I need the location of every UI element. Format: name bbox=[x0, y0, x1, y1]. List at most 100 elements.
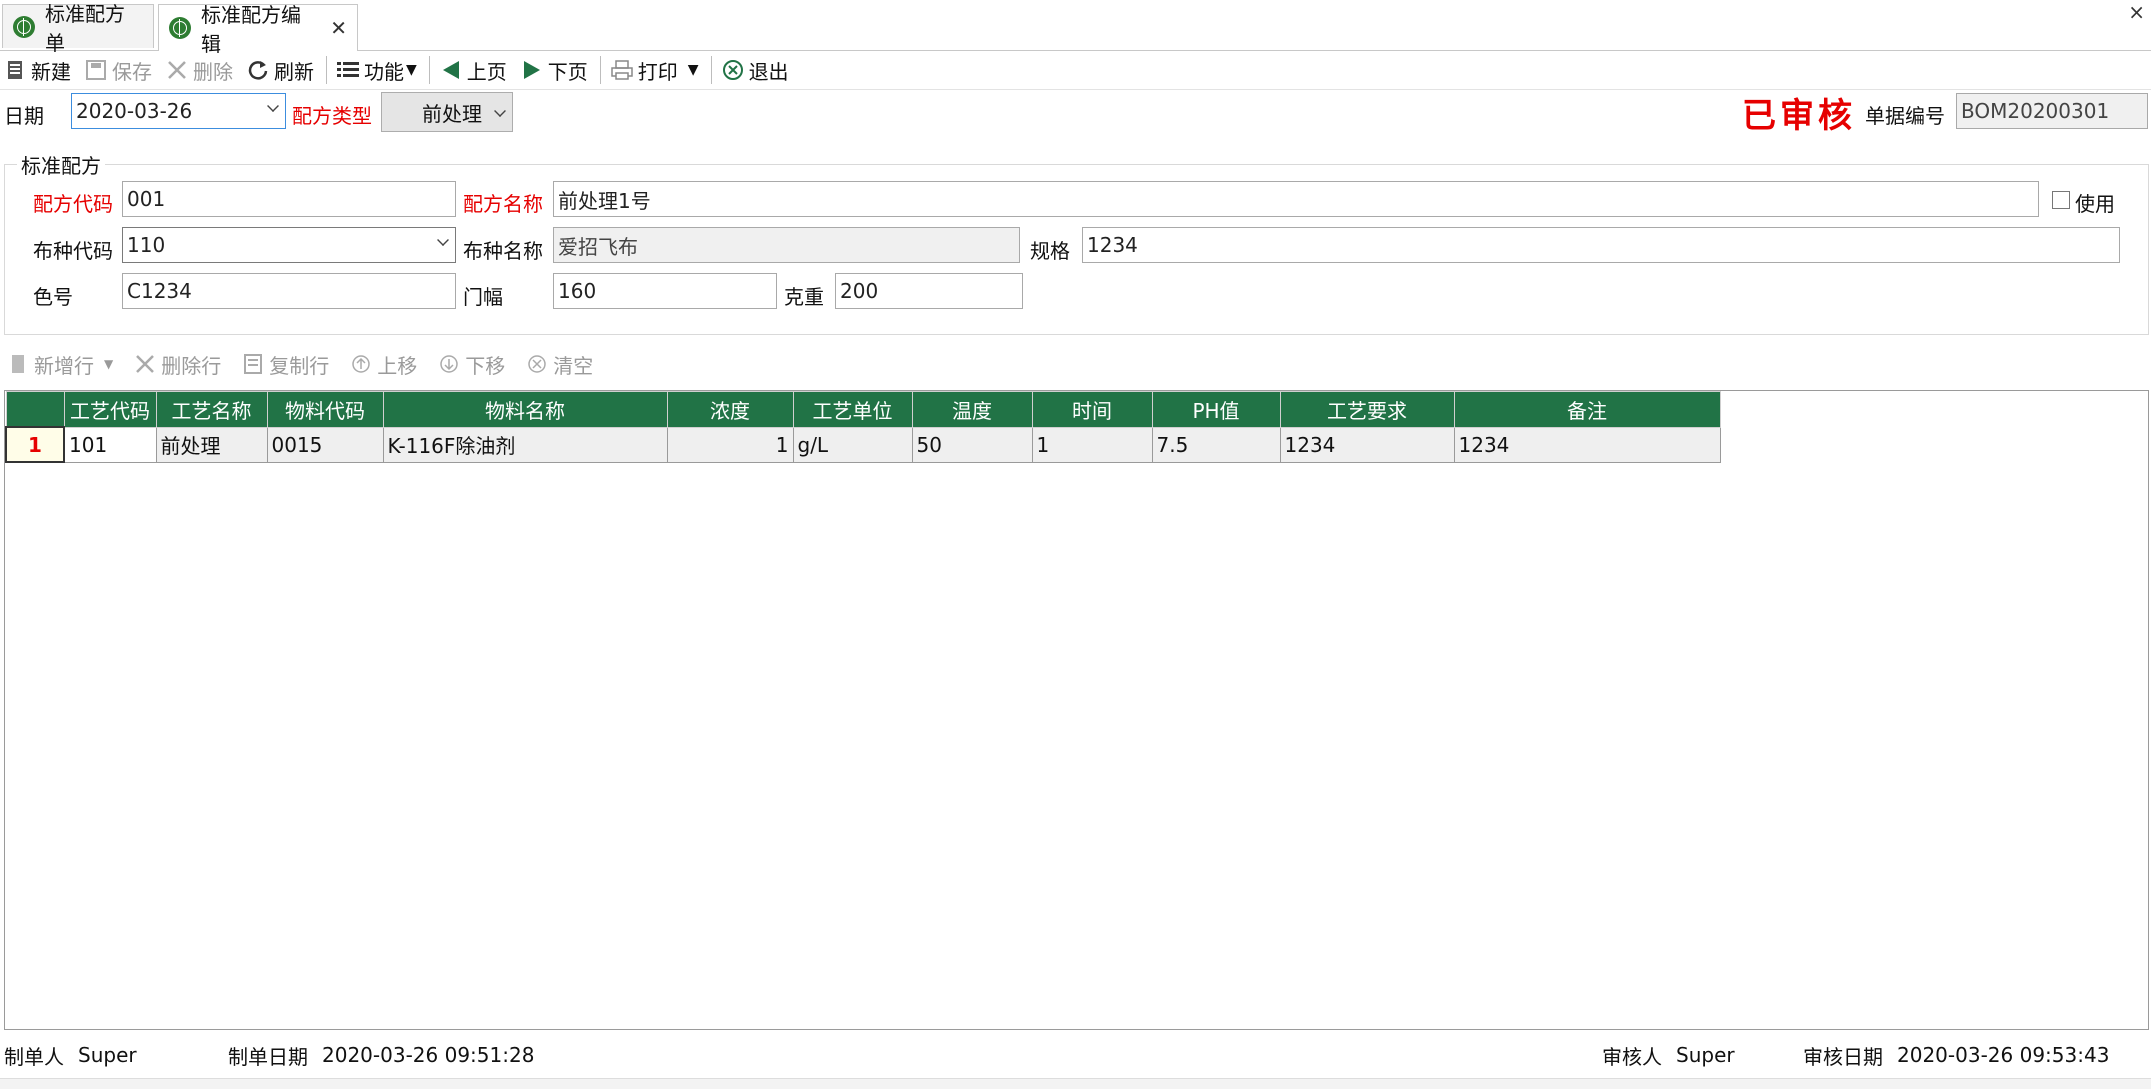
column-header-concentration[interactable]: 浓度 bbox=[666, 391, 794, 428]
color-no-label: 色号 bbox=[33, 285, 73, 309]
delete-button[interactable]: 删除 bbox=[162, 52, 237, 88]
copy-icon bbox=[243, 354, 263, 374]
prev-page-button[interactable]: 上页 bbox=[436, 52, 511, 88]
move-up-button[interactable]: 上移 bbox=[343, 350, 417, 379]
doc-no-value: BOM20200301 bbox=[1961, 99, 2110, 123]
delete-icon bbox=[135, 354, 155, 374]
prev-label: 上页 bbox=[466, 59, 507, 84]
next-page-button[interactable]: 下页 bbox=[517, 52, 592, 88]
column-header-process-name[interactable]: 工艺名称 bbox=[155, 391, 268, 428]
new-label: 新建 bbox=[31, 59, 71, 84]
save-button[interactable]: 保存 bbox=[81, 52, 156, 88]
clear-button[interactable]: 清空 bbox=[519, 350, 593, 379]
cell-temperature[interactable]: 50 bbox=[911, 426, 1033, 463]
exit-icon bbox=[722, 59, 744, 81]
copy-row-button[interactable]: 复制行 bbox=[235, 350, 329, 379]
cell-process-code[interactable]: 101 bbox=[63, 426, 157, 463]
width-label: 门幅 bbox=[463, 285, 503, 309]
list-icon bbox=[337, 59, 359, 81]
doc-no-field[interactable]: BOM20200301 bbox=[1956, 93, 2148, 129]
use-checkbox[interactable] bbox=[2052, 191, 2070, 209]
delete-label: 删除 bbox=[193, 59, 233, 84]
print-button[interactable]: 打印 ▼ bbox=[607, 52, 703, 88]
delete-row-button[interactable]: 删除行 bbox=[127, 350, 221, 379]
fabric-name-field[interactable]: 爱招飞布 bbox=[553, 227, 1020, 263]
next-label: 下页 bbox=[547, 59, 588, 84]
cell-time[interactable]: 1 bbox=[1031, 426, 1153, 463]
reviewer-label: 审核人 bbox=[1602, 1044, 1662, 1069]
prev-icon bbox=[440, 59, 462, 81]
column-header-process-code[interactable]: 工艺代码 bbox=[63, 391, 157, 428]
clear-label: 清空 bbox=[553, 353, 594, 378]
new-button[interactable]: 新建 bbox=[0, 52, 75, 88]
recipe-code-field[interactable]: 001 bbox=[122, 181, 456, 217]
column-header-remark[interactable]: 备注 bbox=[1453, 391, 1721, 428]
window-close-icon[interactable]: × bbox=[2128, 0, 2145, 24]
cell-material-name[interactable]: K-116F除油剂 bbox=[382, 426, 668, 463]
clear-icon bbox=[527, 354, 547, 374]
column-header-ph[interactable]: PH值 bbox=[1151, 391, 1281, 428]
grid-toolbar: 新增行 ▼ 删除行 复制行 上移 下移 清空 bbox=[0, 346, 2151, 382]
copy-row-label: 复制行 bbox=[269, 353, 330, 378]
column-header-temperature[interactable]: 温度 bbox=[911, 391, 1033, 428]
create-date-value: 2020-03-26 09:51:28 bbox=[322, 1043, 535, 1067]
color-no-field[interactable]: C1234 bbox=[122, 273, 456, 309]
table-row[interactable]: 1 101 前处理 0015 K-116F除油剂 1 g/L 50 1 7.5 … bbox=[5, 426, 1721, 463]
arrow-down-icon bbox=[439, 354, 459, 374]
save-icon bbox=[85, 59, 107, 81]
fabric-code-value: 110 bbox=[127, 233, 166, 257]
cell-concentration[interactable]: 1 bbox=[666, 426, 794, 463]
add-row-button[interactable]: 新增行 ▼ bbox=[0, 350, 113, 379]
fabric-code-label: 布种代码 bbox=[33, 239, 113, 263]
recipe-name-field[interactable]: 前处理1号 bbox=[553, 181, 2039, 217]
spec-field[interactable]: 1234 bbox=[1082, 227, 2120, 263]
exit-label: 退出 bbox=[748, 59, 789, 84]
tab-standard-recipe-list[interactable]: 标准配方单 bbox=[2, 2, 154, 55]
column-header-process-unit[interactable]: 工艺单位 bbox=[792, 391, 913, 428]
tab-standard-recipe-edit[interactable]: 标准配方编辑 ✕ bbox=[158, 3, 358, 56]
date-picker[interactable]: 2020-03-26 bbox=[71, 93, 286, 129]
recipe-type-value: 前处理 bbox=[422, 101, 482, 126]
close-icon[interactable]: ✕ bbox=[330, 16, 347, 40]
caret-down-icon: ▼ bbox=[687, 62, 699, 78]
refresh-button[interactable]: 刷新 bbox=[243, 52, 318, 88]
row-number[interactable]: 1 bbox=[5, 426, 65, 463]
grid-table: 工艺代码 工艺名称 物料代码 物料名称 浓度 工艺单位 温度 时间 PH值 工艺… bbox=[5, 391, 1721, 463]
column-header-material-name[interactable]: 物料名称 bbox=[382, 391, 668, 428]
column-header-process-requirement[interactable]: 工艺要求 bbox=[1279, 391, 1455, 428]
width-value: 160 bbox=[558, 279, 597, 303]
exit-button[interactable]: 退出 bbox=[718, 52, 793, 88]
globe-icon bbox=[13, 15, 35, 38]
weight-field[interactable]: 200 bbox=[835, 273, 1023, 309]
printer-icon bbox=[611, 59, 633, 81]
delete-row-label: 删除行 bbox=[161, 353, 222, 378]
spec-label: 规格 bbox=[1030, 239, 1070, 263]
review-date-value: 2020-03-26 09:53:43 bbox=[1897, 1043, 2110, 1067]
add-row-label: 新增行 bbox=[34, 353, 94, 378]
create-date-label: 制单日期 bbox=[228, 1044, 308, 1069]
cell-process-requirement[interactable]: 1234 bbox=[1279, 426, 1455, 463]
arrow-up-icon bbox=[351, 354, 371, 374]
column-header-material-code[interactable]: 物料代码 bbox=[266, 391, 384, 428]
function-menu-button[interactable]: 功能 ▼ bbox=[333, 52, 421, 88]
new-doc-icon bbox=[4, 59, 26, 81]
print-label: 打印 bbox=[637, 59, 678, 84]
function-label: 功能 bbox=[364, 59, 404, 84]
date-label: 日期 bbox=[4, 104, 44, 128]
width-field[interactable]: 160 bbox=[553, 273, 777, 309]
cell-remark[interactable]: 1234 bbox=[1453, 426, 1721, 463]
date-value: 2020-03-26 bbox=[76, 99, 193, 123]
cell-process-unit[interactable]: g/L bbox=[792, 426, 913, 463]
cell-material-code[interactable]: 0015 bbox=[266, 426, 384, 463]
column-header-rowno bbox=[5, 391, 65, 428]
review-date-info: 审核日期 2020-03-26 09:53:43 bbox=[1803, 1040, 2109, 1070]
move-up-label: 上移 bbox=[377, 353, 418, 378]
move-down-button[interactable]: 下移 bbox=[431, 350, 505, 379]
recipe-type-select[interactable]: 前处理 bbox=[381, 92, 513, 132]
fabric-code-select[interactable]: 110 bbox=[122, 227, 456, 263]
column-header-time[interactable]: 时间 bbox=[1031, 391, 1153, 428]
cell-process-name[interactable]: 前处理 bbox=[155, 426, 268, 463]
chevron-down-icon bbox=[437, 234, 449, 246]
cell-ph[interactable]: 7.5 bbox=[1151, 426, 1281, 463]
tab-label: 标准配方单 bbox=[45, 1, 125, 55]
